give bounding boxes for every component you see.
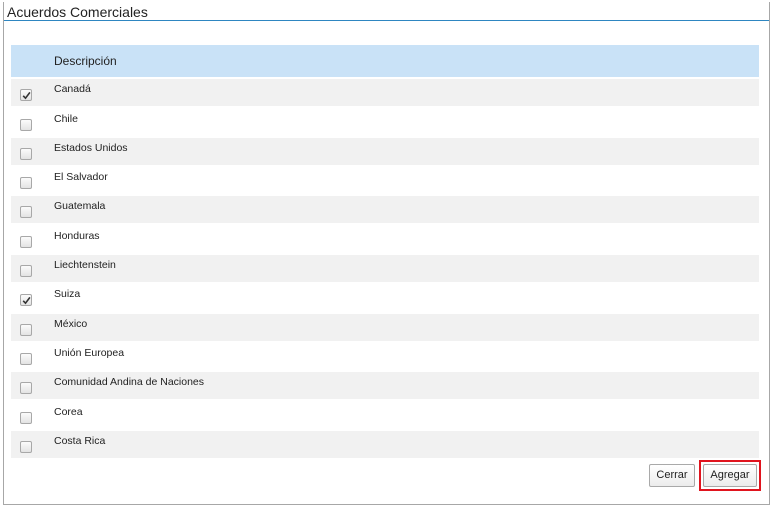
- row-checkbox[interactable]: [20, 235, 32, 248]
- row-description: Comunidad Andina de Naciones: [54, 376, 205, 389]
- acuerdos-grid: Descripción Canadá Chile Estados Unidos El …: [11, 45, 759, 458]
- row-description: Estados Unidos: [54, 141, 128, 154]
- table-row[interactable]: Corea: [11, 401, 759, 429]
- add-button[interactable]: Agregar: [703, 464, 757, 487]
- row-description: El Salvador: [54, 171, 108, 184]
- row-checkbox-checked[interactable]: [20, 294, 32, 307]
- row-description: Canadá: [54, 83, 91, 96]
- table-row[interactable]: Estados Unidos: [11, 137, 759, 165]
- table-row[interactable]: Canadá: [11, 79, 759, 107]
- column-header-descripcion[interactable]: Descripción: [54, 45, 117, 77]
- table-row[interactable]: Liechtenstein: [11, 255, 759, 283]
- check-icon: [22, 296, 31, 305]
- row-checkbox[interactable]: [20, 382, 32, 395]
- table-row[interactable]: Costa Rica: [11, 430, 759, 458]
- row-checkbox-checked[interactable]: [20, 89, 32, 102]
- row-checkbox[interactable]: [20, 177, 32, 190]
- row-checkbox[interactable]: [20, 440, 32, 453]
- row-description: Chile: [54, 112, 78, 125]
- row-checkbox[interactable]: [20, 118, 32, 131]
- grid-body: Canadá Chile Estados Unidos El Salvador Guat…: [11, 79, 759, 458]
- row-checkbox[interactable]: [20, 323, 32, 336]
- row-description: México: [54, 317, 88, 330]
- dialog-title: Acuerdos Comerciales: [4, 2, 769, 21]
- row-description: Costa Rica: [54, 434, 106, 447]
- table-row[interactable]: México: [11, 313, 759, 341]
- row-checkbox[interactable]: [20, 265, 32, 278]
- grid-header: Descripción: [11, 45, 759, 77]
- row-description: Unión Europea: [54, 346, 125, 359]
- row-checkbox[interactable]: [20, 206, 32, 219]
- row-description: Corea: [54, 405, 83, 418]
- row-checkbox[interactable]: [20, 352, 32, 365]
- table-row[interactable]: Suiza: [11, 284, 759, 312]
- row-description: Suiza: [54, 288, 81, 301]
- table-row[interactable]: El Salvador: [11, 167, 759, 195]
- table-row[interactable]: Guatemala: [11, 196, 759, 224]
- row-description: Guatemala: [54, 200, 106, 213]
- table-row[interactable]: Honduras: [11, 225, 759, 253]
- row-checkbox[interactable]: [20, 147, 32, 160]
- table-row[interactable]: Unión Europea: [11, 342, 759, 370]
- row-description: Honduras: [54, 229, 100, 242]
- table-row[interactable]: Comunidad Andina de Naciones: [11, 372, 759, 400]
- row-description: Liechtenstein: [54, 259, 116, 272]
- check-icon: [22, 91, 31, 100]
- row-checkbox[interactable]: [20, 411, 32, 424]
- table-row[interactable]: Chile: [11, 108, 759, 136]
- close-button[interactable]: Cerrar: [649, 464, 695, 487]
